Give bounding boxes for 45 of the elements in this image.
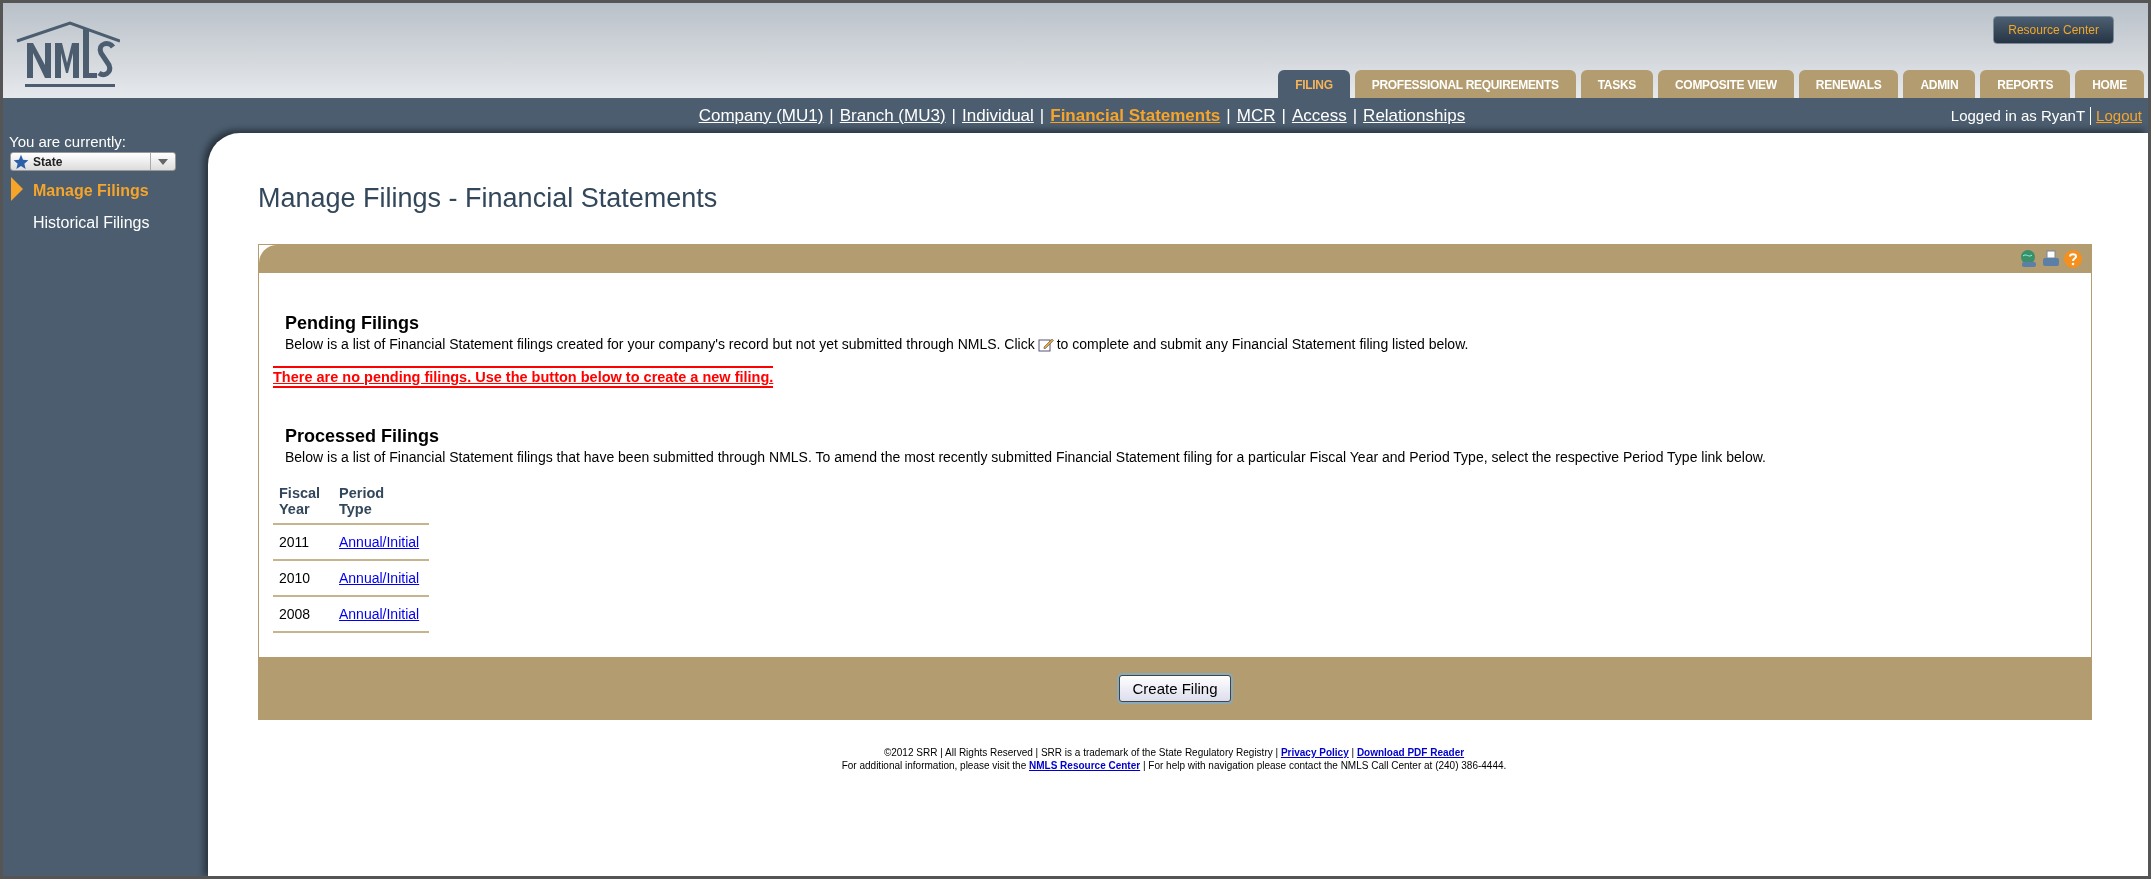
create-filing-button[interactable]: Create Filing <box>1119 674 1231 702</box>
separator: | <box>951 105 956 126</box>
resource-center-link[interactable]: NMLS Resource Center <box>1029 760 1141 771</box>
period-type-link[interactable]: Annual/Initial <box>339 606 420 622</box>
separator: | <box>1226 105 1231 126</box>
separator: | <box>1281 105 1286 126</box>
edit-icon <box>1037 336 1054 352</box>
section-heading: Processed Filings <box>285 426 441 447</box>
column-header: Fiscal Year <box>279 485 322 517</box>
page-title: Manage Filings - Financial Statements <box>258 183 719 214</box>
user-status: Logged in as RyanT <box>1950 107 2086 124</box>
star-icon <box>13 153 29 170</box>
caret-icon <box>158 158 168 165</box>
table-cell: 2011 <box>279 534 310 550</box>
nav-link[interactable]: Branch (MU3) <box>839 105 946 126</box>
role-dropdown[interactable]: State <box>10 152 176 171</box>
period-type-link[interactable]: Annual/Initial <box>339 570 420 586</box>
resource-center-button[interactable]: Resource Center <box>1993 16 2114 44</box>
help-icon[interactable] <box>2063 249 2083 269</box>
printer-icon[interactable] <box>2041 249 2061 269</box>
sidebar-item[interactable]: Historical Filings <box>33 214 150 232</box>
nav-link[interactable]: Individual <box>962 105 1034 126</box>
table-cell: 2010 <box>279 570 311 586</box>
nav-link[interactable]: MCR <box>1236 105 1276 126</box>
role-label: You are currently: <box>9 133 127 150</box>
pdf-reader-link[interactable]: Download PDF Reader <box>1356 747 1465 758</box>
description-text: to complete and submit any Financial Statement filing listed below. <box>1056 336 1469 352</box>
nav-link[interactable]: Company (MU1) <box>698 105 824 126</box>
privacy-link[interactable]: Privacy Policy <box>1280 747 1349 758</box>
separator: | <box>829 105 834 126</box>
nav-link[interactable]: Access <box>1291 105 1347 126</box>
alert-message: There are no pending filings. Use the button below to create a new filing. <box>273 366 774 388</box>
period-type-link[interactable]: Annual/Initial <box>339 534 420 550</box>
separator: | <box>1039 105 1045 126</box>
section-heading: Pending Filings <box>285 313 420 334</box>
nav-tab[interactable]: FILING <box>1278 70 1350 98</box>
globe-icon[interactable] <box>2019 249 2039 269</box>
nav-link[interactable]: Relationships <box>1363 105 1466 126</box>
column-header: Period Type <box>339 485 383 517</box>
footer-text: ©2012 SRR | All Rights Reserved | SRR is a trademark of the State Regulatory Registry | Privacy Policy | Download PDF Reader <box>882 746 1466 759</box>
description-text: Below is a list of Financial Statement filings created for your company's record but not yet submitted through NMLS. Click <box>285 336 1035 352</box>
footer-text: For additional information, please visit the NMLS Resource Center | For help with navigation please contact the NMLS Call Center at (240) 386-4444. <box>840 759 1508 772</box>
description-text: Below is a list of Financial Statement filings that have been submitted through NMLS. To amend the most recently submitted Financial Statement filing for a particular Fiscal Year and Period Type, select the respective Period Type link below. <box>285 449 1766 465</box>
table-cell: 2008 <box>279 606 311 622</box>
separator: | <box>1352 105 1358 126</box>
